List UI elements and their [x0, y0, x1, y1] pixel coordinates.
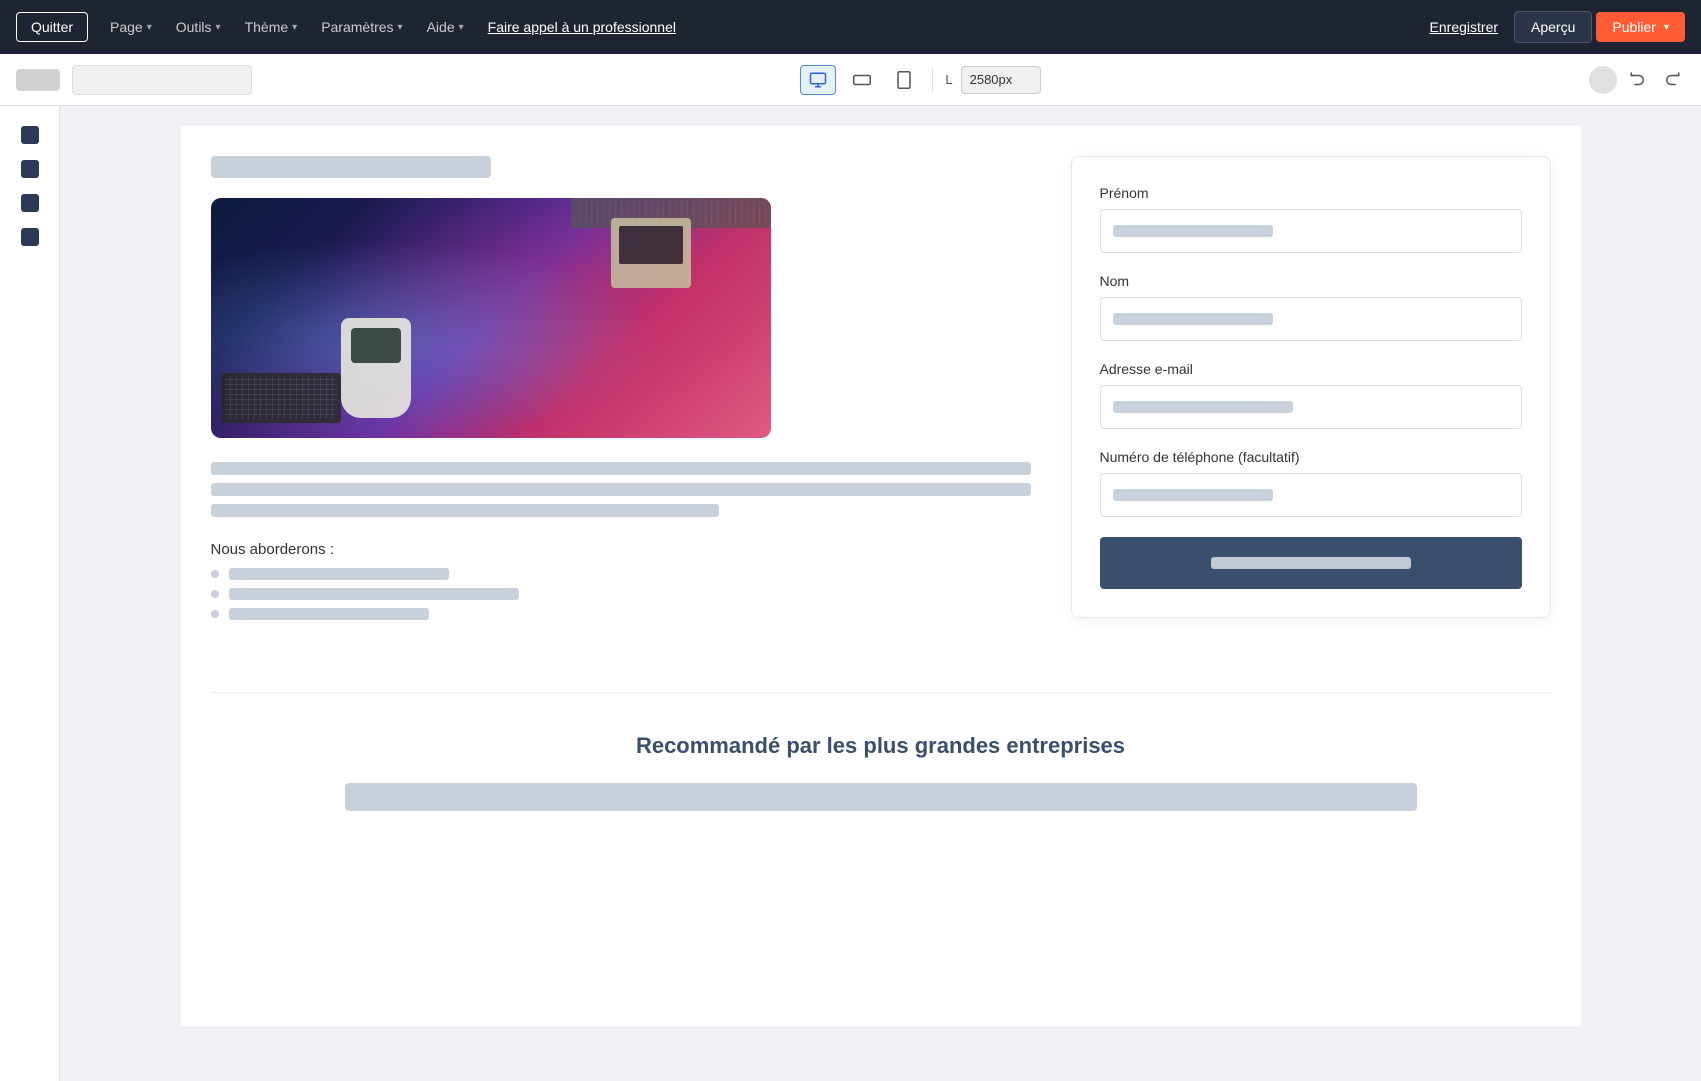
sidebar-item-1[interactable] [21, 126, 39, 144]
description-text [211, 462, 1031, 517]
bullet-1 [211, 570, 219, 578]
toolbar: L [0, 54, 1701, 106]
email-field: Adresse e-mail [1100, 361, 1522, 429]
nom-label: Nom [1100, 273, 1522, 289]
list-item-2 [211, 588, 1031, 600]
nom-input[interactable] [1100, 297, 1522, 341]
list-item-1 [211, 568, 1031, 580]
page-title-placeholder [211, 156, 491, 178]
publier-label: Publier [1612, 19, 1656, 35]
content-layout: Nous aborderons : [211, 156, 1551, 632]
submit-label-placeholder [1211, 557, 1411, 569]
nom-placeholder [1113, 313, 1273, 325]
prenom-field: Prénom [1100, 185, 1522, 253]
text-line-2 [211, 483, 1031, 496]
list-item-3 [211, 608, 1031, 620]
url-bar[interactable] [72, 65, 252, 95]
bullet-3 [211, 610, 219, 618]
redo-button[interactable] [1659, 64, 1685, 95]
list-section: Nous aborderons : [211, 541, 1031, 620]
sidebar [0, 106, 60, 1081]
theme-menu-label: Thème [245, 19, 289, 35]
content-left: Nous aborderons : [211, 156, 1031, 632]
submit-button[interactable] [1100, 537, 1522, 589]
sidebar-item-4[interactable] [21, 228, 39, 246]
logos-placeholder [345, 783, 1417, 811]
enregistrer-button[interactable]: Enregistrer [1418, 13, 1510, 41]
hero-gameboy [341, 318, 411, 418]
pro-link[interactable]: Faire appel à un professionnel [478, 13, 686, 41]
page-menu-label: Page [110, 19, 143, 35]
hero-image [211, 198, 771, 438]
text-line-1 [211, 462, 1031, 475]
page-menu[interactable]: Page ▾ [100, 13, 162, 41]
prenom-input[interactable] [1100, 209, 1522, 253]
phone-input[interactable] [1100, 473, 1522, 517]
list-item-bar-1 [229, 568, 449, 580]
nom-field: Nom [1100, 273, 1522, 341]
text-line-3 [211, 504, 719, 517]
email-placeholder [1113, 401, 1293, 413]
prenom-placeholder [1113, 225, 1273, 237]
width-label: L [945, 72, 952, 87]
top-navigation: Quitter Page ▾ Outils ▾ Thème ▾ Paramètr… [0, 0, 1701, 54]
phone-label: Numéro de téléphone (facultatif) [1100, 449, 1522, 465]
desktop-view-button[interactable] [800, 65, 836, 95]
hero-computer [611, 218, 691, 288]
tablet-portrait-button[interactable] [888, 65, 920, 95]
params-menu-label: Paramètres [321, 19, 393, 35]
aide-menu-chevron: ▾ [459, 22, 464, 33]
page-menu-chevron: ▾ [147, 22, 152, 33]
hero-keyboard [221, 373, 341, 423]
sidebar-item-3[interactable] [21, 194, 39, 212]
page-canvas: Nous aborderons : [181, 126, 1581, 1026]
apercu-button[interactable]: Aperçu [1514, 11, 1592, 43]
aide-menu-label: Aide [427, 19, 455, 35]
phone-placeholder [1113, 489, 1273, 501]
email-label: Adresse e-mail [1100, 361, 1522, 377]
content-right: Prénom Nom Adresse e-mail [1071, 156, 1551, 618]
publier-button[interactable]: Publier ▾ [1596, 12, 1685, 42]
toolbar-divider [932, 68, 933, 92]
tablet-landscape-button[interactable] [844, 65, 880, 95]
quit-button[interactable]: Quitter [16, 12, 88, 42]
tools-menu-label: Outils [176, 19, 212, 35]
theme-menu-chevron: ▾ [292, 22, 297, 33]
device-controls: L [264, 65, 1577, 95]
params-menu[interactable]: Paramètres ▾ [311, 13, 412, 41]
hero-bg [211, 198, 771, 438]
list-title: Nous aborderons : [211, 541, 1031, 558]
prenom-label: Prénom [1100, 185, 1522, 201]
undo-button[interactable] [1625, 64, 1651, 95]
toolbar-actions [1589, 64, 1685, 95]
form-container: Prénom Nom Adresse e-mail [1071, 156, 1551, 618]
email-input[interactable] [1100, 385, 1522, 429]
width-input[interactable] [961, 66, 1041, 94]
bullet-2 [211, 590, 219, 598]
bottom-section: Recommandé par les plus grandes entrepri… [211, 692, 1551, 831]
theme-menu[interactable]: Thème ▾ [235, 13, 308, 41]
tools-menu-chevron: ▾ [216, 22, 221, 33]
aide-menu[interactable]: Aide ▾ [417, 13, 474, 41]
list-item-bar-2 [229, 588, 519, 600]
phone-field: Numéro de téléphone (facultatif) [1100, 449, 1522, 517]
canvas-wrapper: Nous aborderons : [60, 106, 1701, 1081]
params-menu-chevron: ▾ [398, 22, 403, 33]
sidebar-item-2[interactable] [21, 160, 39, 178]
settings-circle-button[interactable] [1589, 66, 1617, 94]
tools-menu[interactable]: Outils ▾ [166, 13, 231, 41]
toolbar-placeholder [16, 69, 60, 91]
publier-chevron: ▾ [1664, 22, 1669, 33]
bottom-title: Recommandé par les plus grandes entrepri… [211, 733, 1551, 759]
list-item-bar-3 [229, 608, 429, 620]
